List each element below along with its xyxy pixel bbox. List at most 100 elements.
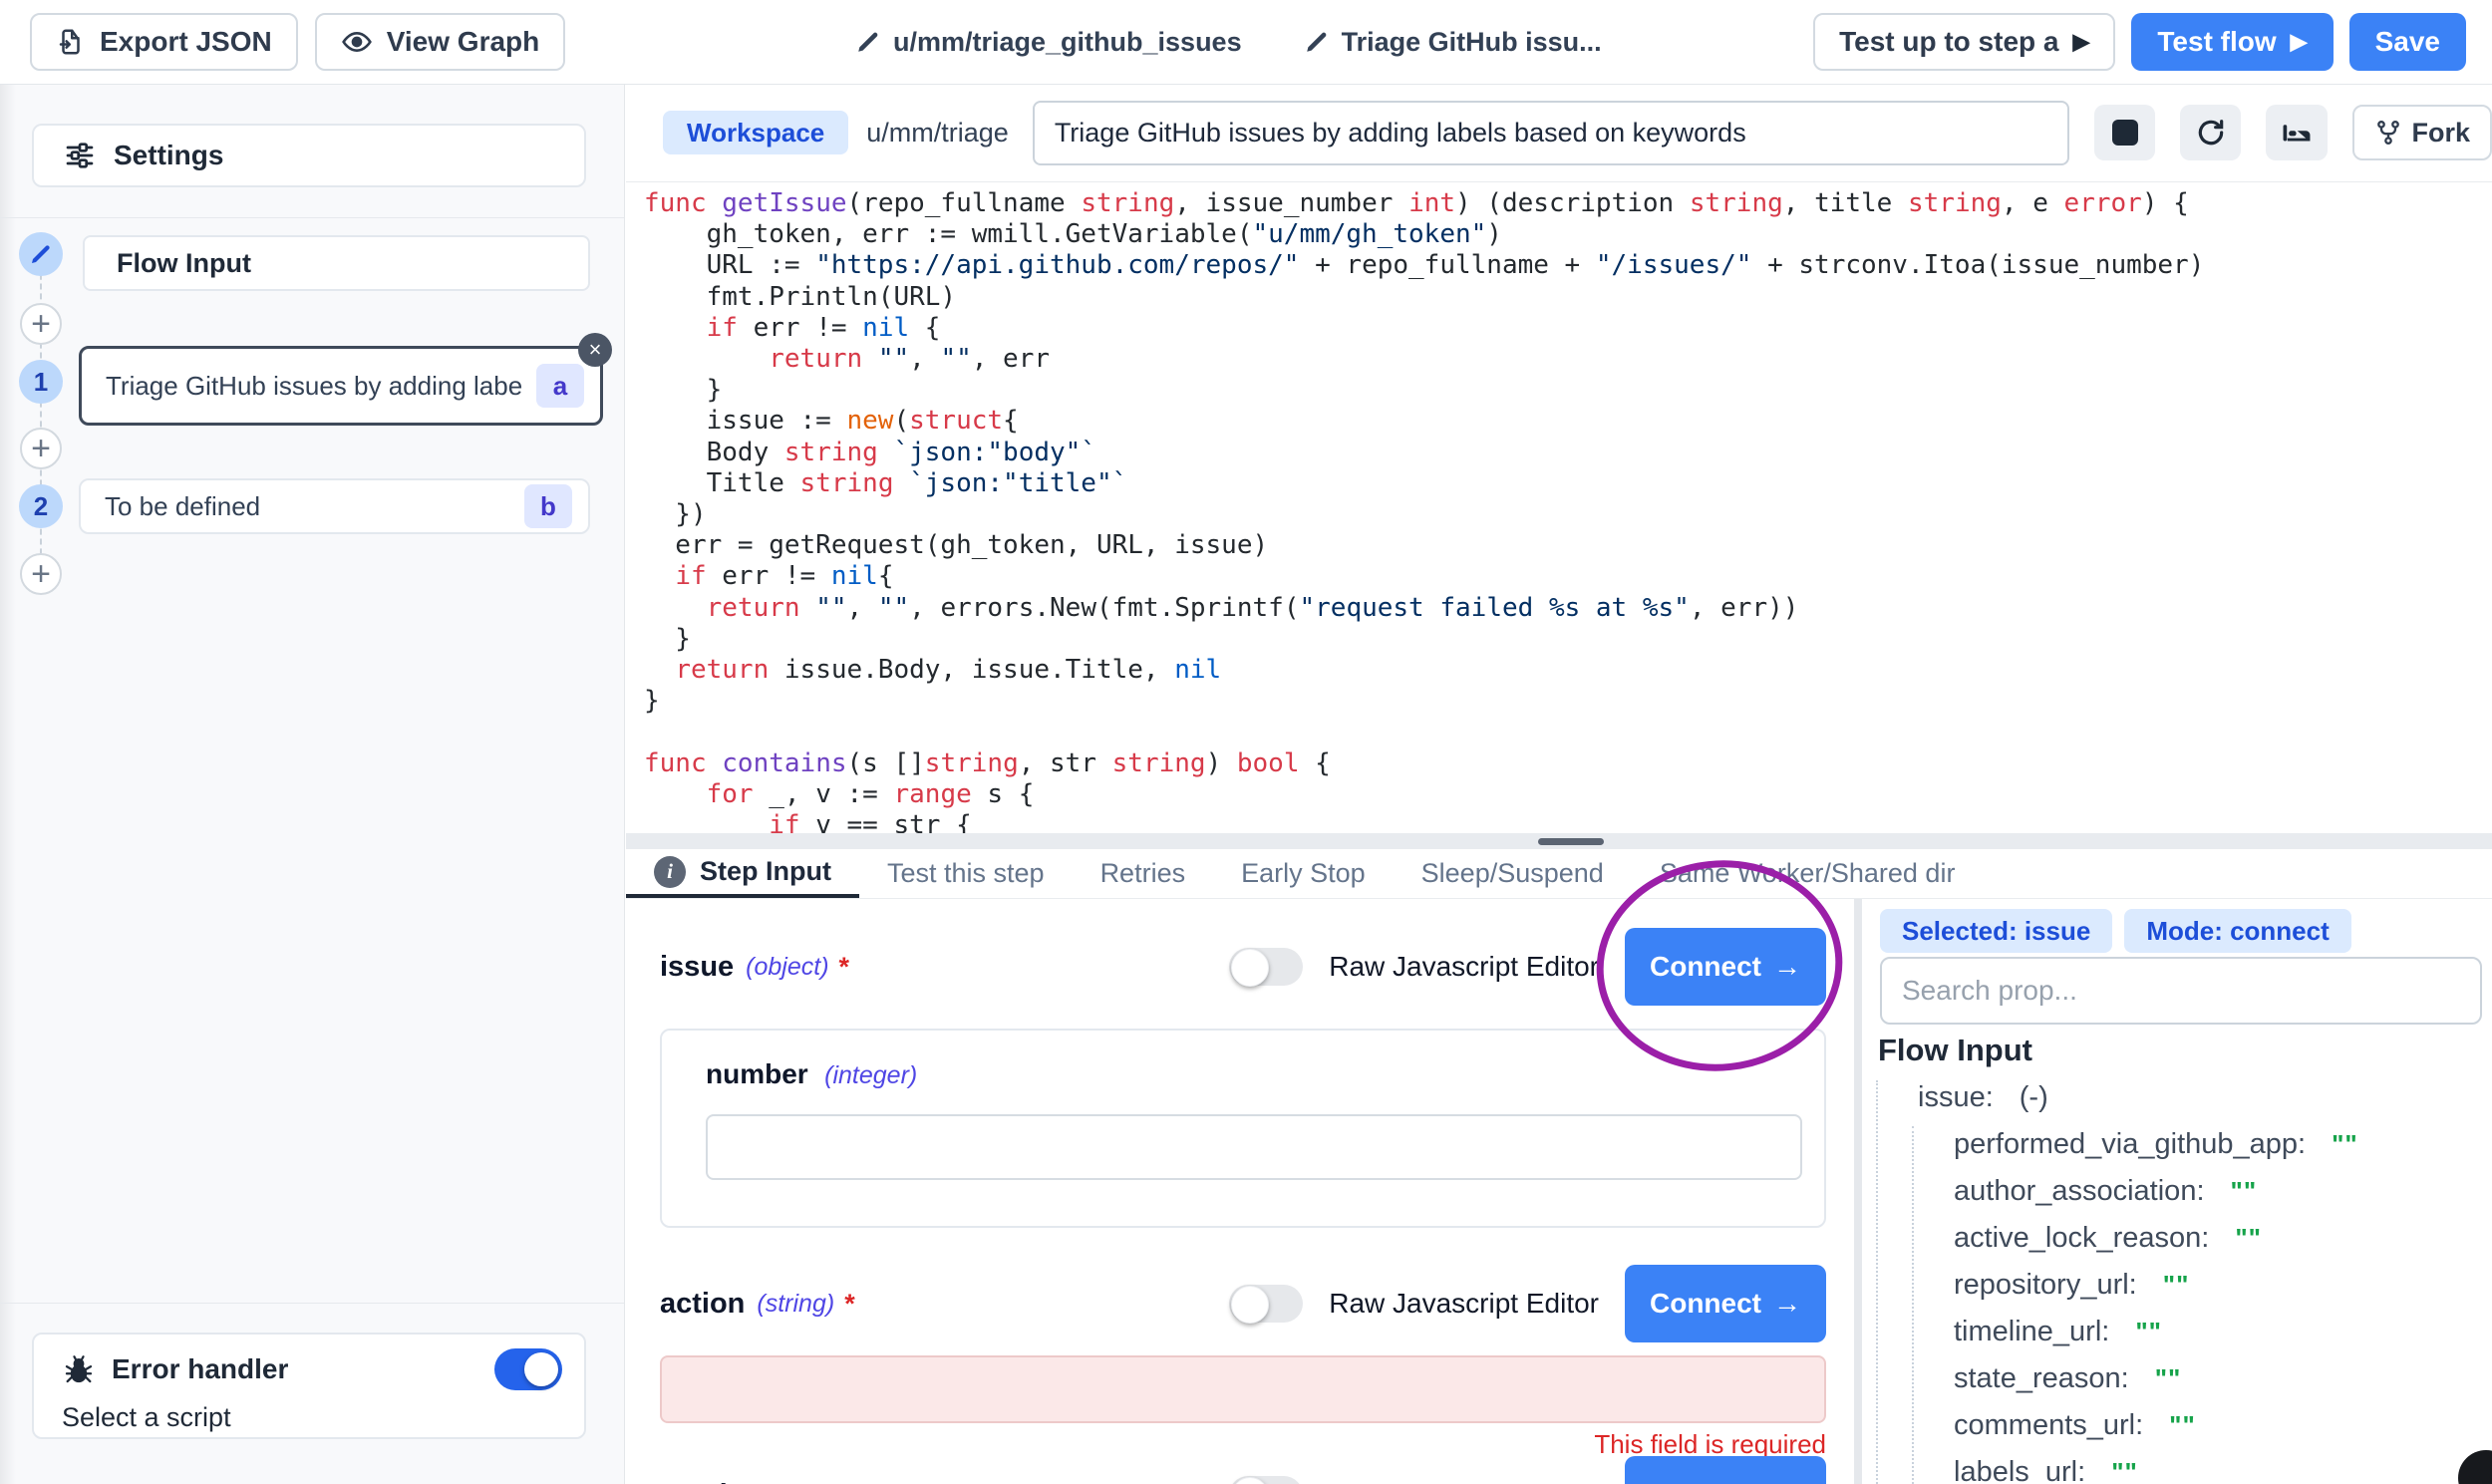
breadcrumb-path-label: u/mm/triage_github_issues: [893, 27, 1242, 58]
prop-value: "": [2111, 1457, 2138, 1484]
code-line: if v == str {: [644, 810, 2492, 833]
tab-test-this-step[interactable]: Test this step: [859, 849, 1073, 898]
step-item-a[interactable]: Triage GitHub issues by adding labels ..…: [79, 346, 603, 426]
vertical-splitter[interactable]: [1854, 899, 1862, 1484]
code-line: Body string `json:"body"`: [644, 438, 2492, 468]
code-line: }: [644, 686, 2492, 717]
action-input[interactable]: [660, 1355, 1826, 1423]
connect-label: Connect: [1650, 1288, 1761, 1320]
splitter-handle-icon: [1538, 838, 1604, 845]
selected-badge: Selected: issue: [1880, 909, 2112, 953]
sleep-button[interactable]: [2266, 105, 2327, 160]
summary-input[interactable]: [1033, 101, 2070, 165]
tree-root-row[interactable]: issue: (-): [1918, 1074, 2048, 1121]
prop-row[interactable]: timeline_url:"": [1954, 1309, 2492, 1355]
prop-row[interactable]: author_association:"": [1954, 1168, 2492, 1215]
field-type: (object): [767, 1481, 849, 1484]
connect-button-action[interactable]: Connect →: [1625, 1265, 1826, 1342]
code-line: fmt.Println(URL): [644, 282, 2492, 313]
prop-key: active_lock_reason:: [1954, 1222, 2209, 1255]
breadcrumb-title-label: Triage GitHub issu...: [1342, 27, 1602, 58]
tab-label: Sleep/Suspend: [1421, 858, 1604, 889]
export-json-button[interactable]: Export JSON: [30, 13, 298, 71]
code-line: Title string `json:"title"`: [644, 468, 2492, 499]
test-flow-label: Test flow: [2157, 26, 2276, 58]
error-handler-script-select[interactable]: Select a script: [62, 1402, 562, 1433]
code-line: func contains(s []string, str string) bo…: [644, 748, 2492, 779]
script-path: u/mm/triage: [866, 118, 1009, 148]
error-handler-section: Error handler Select a script: [0, 1303, 624, 1484]
raw-js-toggle[interactable]: [1229, 1476, 1303, 1484]
prop-key: state_reason:: [1954, 1362, 2129, 1395]
add-step-button[interactable]: +: [20, 303, 62, 345]
prop-key: timeline_url:: [1954, 1316, 2109, 1348]
prop-value: "": [2332, 1129, 2358, 1160]
view-graph-button[interactable]: View Graph: [315, 13, 566, 71]
connect-button-issue[interactable]: Connect →: [1625, 928, 1826, 1006]
bottom-panel: iStep InputTest this stepRetriesEarly St…: [626, 849, 2492, 1484]
prop-row[interactable]: repository_url:"": [1954, 1262, 2492, 1309]
prop-key: comments_url:: [1954, 1409, 2143, 1442]
flow-input-node-icon[interactable]: [19, 232, 63, 276]
prop-key: repository_url:: [1954, 1269, 2137, 1302]
error-handler-toggle[interactable]: [494, 1348, 562, 1390]
breadcrumb-title[interactable]: Triage GitHub issu...: [1304, 27, 1602, 58]
tab-retries[interactable]: Retries: [1073, 849, 1214, 898]
code-line: return "", "", errors.New(fmt.Sprintf("r…: [644, 593, 2492, 624]
raw-js-toggle[interactable]: [1229, 948, 1303, 986]
field-row-action: action (string) * Raw Javascript Editor …: [660, 1264, 1826, 1343]
add-step-button[interactable]: +: [20, 428, 62, 469]
prop-value: "": [2169, 1410, 2196, 1441]
number-input[interactable]: [706, 1114, 1802, 1180]
settings-button[interactable]: Settings: [32, 124, 586, 187]
export-icon: [56, 27, 86, 57]
prop-value: "": [2155, 1363, 2182, 1394]
test-up-to-step-button[interactable]: Test up to step a ▶: [1813, 13, 2115, 71]
prop-search-input[interactable]: [1880, 957, 2482, 1025]
main-panel: Workspace u/mm/triage Fork func g: [626, 85, 2492, 1484]
prop-row[interactable]: performed_via_github_app:"": [1954, 1121, 2492, 1168]
pencil-icon: [1304, 29, 1330, 55]
fork-button[interactable]: Fork: [2352, 105, 2492, 160]
remove-step-button[interactable]: ×: [578, 333, 612, 367]
arrow-right-icon: →: [1773, 1479, 1801, 1484]
restart-button[interactable]: [2180, 105, 2241, 160]
step-label: To be defined: [105, 491, 510, 522]
flow-input-button[interactable]: Flow Input: [83, 235, 590, 291]
bug-icon: [62, 1352, 96, 1386]
sidebar: Settings Flow Input + Triage GitHub issu…: [0, 85, 625, 1484]
save-button[interactable]: Save: [2349, 13, 2466, 71]
divider: [0, 217, 624, 218]
export-json-label: Export JSON: [100, 26, 272, 58]
mode-badge: Mode: connect: [2124, 909, 2350, 953]
code-editor[interactable]: func getIssue(repo_fullname string, issu…: [626, 181, 2492, 833]
test-flow-button[interactable]: Test flow ▶: [2131, 13, 2333, 71]
connect-button-sender[interactable]: Connect →: [1625, 1456, 1826, 1484]
prop-value: "": [2235, 1223, 2262, 1254]
tab-step-input[interactable]: iStep Input: [626, 849, 859, 898]
prop-row[interactable]: labels_url:"": [1954, 1449, 2492, 1484]
prop-row[interactable]: active_lock_reason: "": [1954, 1215, 2492, 1262]
tree-guide: [1912, 1126, 1914, 1484]
code-line: issue := new(struct{: [644, 406, 2492, 437]
toggle-knob: [1231, 949, 1269, 987]
tab-sleep-suspend[interactable]: Sleep/Suspend: [1394, 849, 1632, 898]
code-line: }: [644, 624, 2492, 655]
code-line: gh_token, err := wmill.GetVariable("u/mm…: [644, 219, 2492, 250]
add-step-button[interactable]: +: [20, 553, 62, 595]
field-type: (object): [746, 953, 828, 982]
prop-row[interactable]: state_reason: "": [1954, 1355, 2492, 1402]
stop-button[interactable]: [2094, 105, 2155, 160]
step-number-2: 2: [19, 484, 63, 528]
tab-same-worker-shared-dir[interactable]: Same Worker/Shared dir: [1632, 849, 1984, 898]
tab-early-stop[interactable]: Early Stop: [1213, 849, 1394, 898]
plus-icon: +: [31, 555, 51, 594]
tab-bar: iStep InputTest this stepRetriesEarly St…: [626, 849, 2492, 899]
prop-row[interactable]: comments_url: "": [1954, 1402, 2492, 1449]
step-item-b[interactable]: To be defined b: [79, 478, 590, 534]
raw-js-toggle[interactable]: [1229, 1285, 1303, 1323]
plus-icon: +: [31, 305, 51, 344]
step-id-badge: a: [536, 364, 584, 408]
breadcrumb-path[interactable]: u/mm/triage_github_issues: [855, 27, 1242, 58]
horizontal-splitter[interactable]: [626, 833, 2492, 849]
